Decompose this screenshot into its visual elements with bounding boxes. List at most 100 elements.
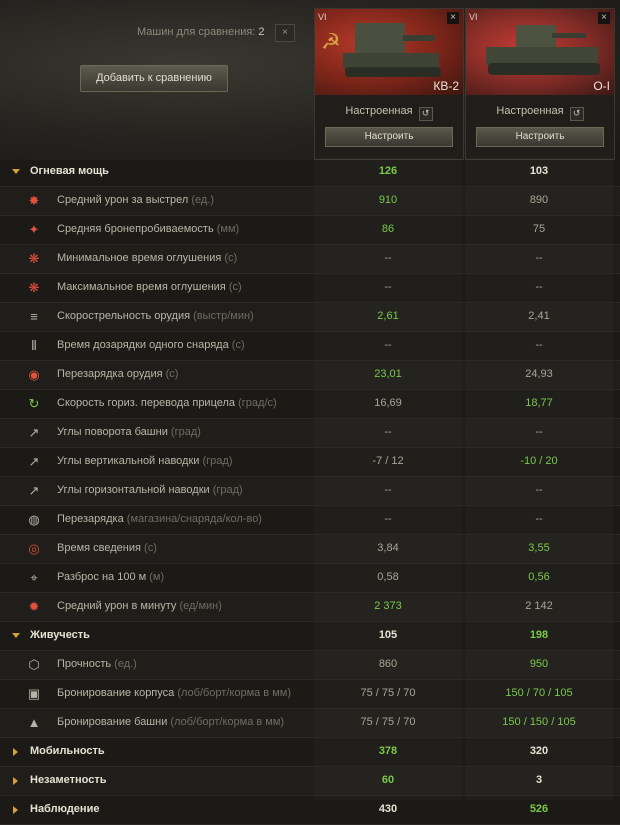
add-to-compare-button[interactable]: Добавить к сравнению	[80, 65, 228, 92]
value-oi: 198	[529, 629, 549, 641]
param-icon: ✸	[28, 193, 40, 208]
param-row: ↻ Скорость гориз. перевода прицела (град/…	[0, 390, 620, 419]
caret-right-icon[interactable]	[13, 777, 18, 785]
param-row: ▣ Бронирование корпуса (лоб/борт/корма в …	[0, 680, 620, 709]
vehicle-card-oi: VI × O-I Настроенная ↺ Настроить	[465, 8, 615, 160]
configure-button[interactable]: Настроить	[325, 127, 453, 147]
value-oi: 2 142	[525, 600, 553, 612]
param-unit: (с)	[228, 281, 242, 293]
param-row: ▲ Бронирование башни (лоб/борт/корма в мм…	[0, 709, 620, 738]
param-label: Скорострельность орудия (выстр/мин)	[57, 310, 254, 322]
param-icon: ↻	[28, 396, 40, 411]
param-name: Разброс на 100 м	[57, 571, 147, 583]
value-oi: 75	[532, 223, 546, 235]
param-label: Максимальное время оглушения (с)	[57, 281, 242, 293]
param-unit: (лоб/борт/корма в мм)	[170, 716, 285, 728]
param-name: Прочность	[57, 658, 112, 670]
param-unit: (с)	[224, 252, 238, 264]
param-unit: (м)	[149, 571, 165, 583]
value-oi: 150 / 150 / 105	[502, 716, 576, 728]
param-icon: ▲	[27, 715, 41, 730]
param-name: Максимальное время оглушения	[57, 281, 226, 293]
value-oi: --	[535, 252, 543, 264]
param-label: Углы поворота башни (град)	[57, 426, 201, 438]
category-label: Живучесть	[30, 629, 90, 641]
value-kv2: 60	[381, 774, 395, 786]
remove-vehicle-button[interactable]: ×	[598, 12, 610, 24]
param-name: Средний урон за выстрел	[57, 194, 189, 206]
param-name: Бронирование корпуса	[57, 687, 175, 699]
config-status: Настроенная ↺	[315, 105, 463, 121]
param-icon: ✦	[28, 222, 40, 237]
param-label: Скорость гориз. перевода прицела (град/с…	[57, 397, 277, 409]
value-oi: 103	[529, 165, 549, 177]
caret-down-icon[interactable]	[12, 169, 20, 174]
param-row: ❋ Максимальное время оглушения (с) -- --	[0, 274, 620, 303]
param-icon: ⬡	[28, 657, 40, 672]
value-oi: 890	[529, 194, 549, 206]
param-label: Разброс на 100 м (м)	[57, 571, 164, 583]
category-row[interactable]: Наблюдение 430 526	[0, 796, 620, 825]
param-label: Перезарядка орудия (с)	[57, 368, 178, 380]
remove-vehicle-button[interactable]: ×	[447, 12, 459, 24]
param-row: ≡ Скорострельность орудия (выстр/мин) 2,61…	[0, 303, 620, 332]
value-oi: 526	[529, 803, 549, 815]
value-kv2: --	[384, 513, 392, 525]
param-name: Минимальное время оглушения	[57, 252, 222, 264]
vehicle-image-kv2: ☭ VI × КВ-2	[315, 9, 463, 95]
value-kv2: -7 / 12	[372, 455, 404, 467]
category-row[interactable]: Живучесть 105 198	[0, 622, 620, 651]
category-row[interactable]: Незаметность 60 3	[0, 767, 620, 796]
value-oi: 3,55	[528, 542, 550, 554]
param-label: Углы вертикальной наводки (град)	[57, 455, 232, 467]
value-kv2: 105	[378, 629, 398, 641]
value-oi: --	[535, 426, 543, 438]
param-name: Скорострельность орудия	[57, 310, 191, 322]
value-oi: 3	[535, 774, 543, 786]
category-label: Незаметность	[30, 774, 107, 786]
configure-button[interactable]: Настроить	[476, 127, 604, 147]
param-name: Углы горизонтальной наводки	[57, 484, 210, 496]
param-icon: ❋	[28, 251, 40, 266]
value-kv2: 75 / 75 / 70	[360, 687, 416, 699]
caret-right-icon[interactable]	[13, 748, 18, 756]
caret-down-icon[interactable]	[12, 633, 20, 638]
param-icon: ↗	[28, 483, 40, 498]
vehicle-name: КВ-2	[433, 79, 459, 93]
tank-silhouette	[486, 25, 600, 75]
param-unit: (град/с)	[238, 397, 277, 409]
vehicle-image-oi: VI × O-I	[466, 9, 614, 95]
reset-icon[interactable]: ↺	[569, 107, 584, 121]
value-kv2: 0,58	[377, 571, 399, 583]
value-kv2: 860	[378, 658, 398, 670]
param-icon: ↗	[28, 425, 40, 440]
param-row: ◍ Перезарядка (магазина/снаряда/кол-во) --…	[0, 506, 620, 535]
param-unit: (град)	[202, 455, 233, 467]
param-label: Прочность (ед.)	[57, 658, 137, 670]
category-label: Огневая мощь	[30, 165, 109, 177]
param-row: ↗ Углы горизонтальной наводки (град) -- --	[0, 477, 620, 506]
value-oi: 150 / 70 / 105	[505, 687, 573, 699]
param-icon: ⌖	[30, 570, 38, 585]
param-name: Углы поворота башни	[57, 426, 168, 438]
param-name: Перезарядка	[57, 513, 124, 525]
param-label: Углы горизонтальной наводки (град)	[57, 484, 243, 496]
category-row[interactable]: Огневая мощь 126 103	[0, 158, 620, 187]
param-name: Средний урон в минуту	[57, 600, 177, 612]
param-icon: ▣	[27, 686, 41, 701]
param-unit: (ед.)	[191, 194, 215, 206]
param-icon: ✹	[28, 599, 40, 614]
category-row[interactable]: Мобильность 378 320	[0, 738, 620, 767]
clear-compare-button[interactable]: ×	[275, 24, 295, 42]
param-row: ✦ Средняя бронепробиваемость (мм) 86 75	[0, 216, 620, 245]
param-unit: (с)	[144, 542, 157, 554]
reset-icon[interactable]: ↺	[418, 107, 433, 121]
param-unit: (с)	[165, 368, 179, 380]
param-row: ↗ Углы вертикальной наводки (град) -7 / 12…	[0, 448, 620, 477]
param-unit: (ед.)	[114, 658, 137, 670]
value-oi: 320	[529, 745, 549, 757]
param-label: Бронирование корпуса (лоб/борт/корма в м…	[57, 687, 291, 699]
param-label: Бронирование башни (лоб/борт/корма в мм)	[57, 716, 284, 728]
value-oi: 24,93	[525, 368, 553, 380]
caret-right-icon[interactable]	[13, 806, 18, 814]
